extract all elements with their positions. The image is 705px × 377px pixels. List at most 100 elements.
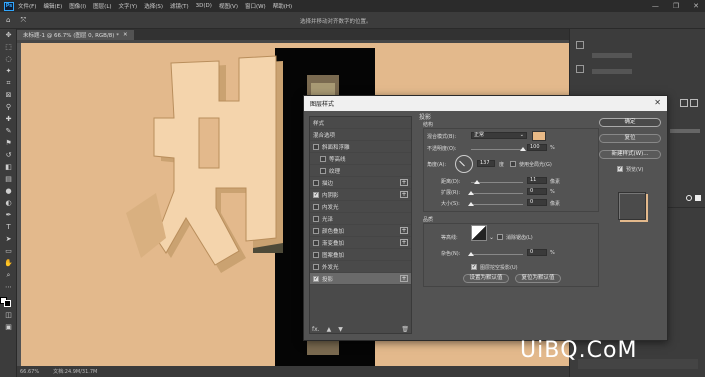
eraser-tool-icon[interactable]: ◧: [0, 161, 17, 173]
rectangle-tool-icon[interactable]: ▭: [0, 245, 17, 257]
type-tool-icon[interactable]: T: [0, 221, 17, 233]
style-item-checkbox[interactable]: [313, 203, 319, 210]
gradient-tool-icon[interactable]: ▤: [0, 173, 17, 185]
distance-field[interactable]: 11: [527, 177, 547, 184]
contour-dropdown-icon[interactable]: ⌄: [489, 234, 494, 241]
maximize-button[interactable]: ❐: [673, 2, 679, 10]
blending-options[interactable]: 混合选项: [310, 129, 411, 141]
style-item[interactable]: 颜色叠加 +: [310, 225, 411, 237]
noise-slider[interactable]: [468, 252, 523, 256]
menu-file[interactable]: 文件(F): [18, 2, 36, 10]
style-item-checkbox[interactable]: [320, 167, 326, 174]
screen-mode-icon[interactable]: ▣: [0, 321, 17, 333]
style-item-checkbox[interactable]: ✓: [313, 191, 319, 198]
dialog-close-icon[interactable]: ✕: [654, 98, 661, 107]
home-icon[interactable]: ⌂: [6, 16, 10, 24]
size-field[interactable]: 0: [527, 199, 547, 206]
move-up-icon[interactable]: ▲: [327, 326, 332, 333]
stamp-tool-icon[interactable]: ⚑: [0, 137, 17, 149]
style-item-checkbox[interactable]: [313, 215, 319, 222]
add-style-icon[interactable]: +: [400, 227, 408, 234]
lasso-tool-icon[interactable]: ◌: [0, 53, 17, 65]
panel-icon[interactable]: [576, 65, 584, 73]
eyedropper-icon[interactable]: ⚲: [0, 101, 17, 113]
new-style-button[interactable]: 新建样式(W)...: [599, 150, 661, 159]
more-tools-icon[interactable]: ⋯: [0, 281, 17, 293]
distance-slider[interactable]: [471, 180, 523, 184]
menu-image[interactable]: 图像(I): [69, 2, 86, 10]
opacity-field[interactable]: 100: [527, 144, 547, 151]
menu-select[interactable]: 选择(S): [144, 2, 163, 10]
style-item-checkbox[interactable]: [313, 179, 319, 186]
path-select-icon[interactable]: ➤: [0, 233, 17, 245]
delete-icon[interactable]: 🗑: [401, 326, 409, 333]
menu-view[interactable]: 视图(V): [219, 2, 238, 10]
menu-type[interactable]: 文字(Y): [119, 2, 138, 10]
crop-tool-icon[interactable]: ⌗: [0, 77, 17, 89]
style-item-checkbox[interactable]: [320, 155, 326, 162]
angle-dial[interactable]: [455, 155, 473, 173]
spread-slider[interactable]: [468, 191, 523, 195]
move-tool-icon[interactable]: ⤧: [20, 16, 26, 25]
quick-mask-icon[interactable]: ◫: [0, 309, 17, 321]
style-item[interactable]: 光泽: [310, 213, 411, 225]
menu-filter[interactable]: 滤镜(T): [170, 2, 189, 10]
minimize-button[interactable]: —: [652, 2, 659, 10]
zoom-tool-icon[interactable]: ⌕: [0, 269, 17, 281]
style-item-checkbox[interactable]: [313, 227, 319, 234]
blur-tool-icon[interactable]: ●: [0, 185, 17, 197]
zoom-level[interactable]: 66.67%: [20, 369, 39, 375]
history-brush-icon[interactable]: ↺: [0, 149, 17, 161]
preview-checkbox[interactable]: ✓: [617, 166, 623, 172]
style-item[interactable]: 外发光: [310, 261, 411, 273]
size-slider[interactable]: [468, 202, 523, 206]
menu-3d[interactable]: 3D(D): [196, 3, 212, 9]
style-item[interactable]: 图案叠加: [310, 249, 411, 261]
marquee-tool-icon[interactable]: ⬚: [0, 41, 17, 53]
menu-help[interactable]: 帮助(H): [273, 2, 292, 10]
hand-tool-icon[interactable]: ✋: [0, 257, 17, 269]
style-item-checkbox[interactable]: [313, 239, 319, 246]
document-tab[interactable]: 未标题-1 @ 66.7% (图层 0, RGB/8) * ✕: [17, 30, 134, 40]
style-item-checkbox[interactable]: [313, 143, 319, 150]
panel-icon[interactable]: [576, 41, 584, 49]
fx-icon[interactable]: fx.: [312, 326, 320, 333]
dodge-tool-icon[interactable]: ◐: [0, 197, 17, 209]
style-item-checkbox[interactable]: ✓: [313, 275, 319, 282]
move-down-icon[interactable]: ▼: [338, 326, 343, 333]
make-default-button[interactable]: 设置为默认值: [463, 274, 509, 283]
add-style-icon[interactable]: +: [400, 179, 408, 186]
style-item[interactable]: 渐变叠加 +: [310, 237, 411, 249]
style-item-checkbox[interactable]: [313, 263, 319, 270]
move-tool-icon[interactable]: ✥: [0, 29, 17, 41]
add-style-icon[interactable]: +: [400, 275, 408, 282]
noise-field[interactable]: 0: [527, 249, 547, 256]
style-item[interactable]: 内发光: [310, 201, 411, 213]
menu-edit[interactable]: 编辑(E): [43, 2, 62, 10]
blend-mode-select[interactable]: 正常 ⌄: [471, 132, 527, 139]
style-item[interactable]: 等高线: [310, 153, 411, 165]
add-style-icon[interactable]: +: [400, 239, 408, 246]
global-light-checkbox[interactable]: [510, 161, 516, 167]
antialias-checkbox[interactable]: [497, 234, 503, 240]
tab-close-icon[interactable]: ✕: [123, 32, 128, 38]
spread-field[interactable]: 0: [527, 188, 547, 195]
add-style-icon[interactable]: +: [400, 191, 408, 198]
angle-field[interactable]: 137: [477, 160, 495, 167]
panel-icon[interactable]: [690, 99, 698, 107]
cancel-button[interactable]: 复位: [599, 134, 661, 143]
magic-wand-icon[interactable]: ✦: [0, 65, 17, 77]
style-item[interactable]: 纹理: [310, 165, 411, 177]
style-item[interactable]: ✓ 投影 +: [310, 273, 411, 285]
opacity-slider[interactable]: [471, 147, 526, 151]
style-item-checkbox[interactable]: [313, 251, 319, 258]
close-window-button[interactable]: ✕: [693, 2, 699, 10]
panel-icon[interactable]: [680, 99, 688, 107]
layer-thumb-icon[interactable]: [695, 195, 701, 201]
contour-preview[interactable]: [471, 225, 487, 241]
style-item[interactable]: 斜面和浮雕: [310, 141, 411, 153]
color-swatches-icon[interactable]: [0, 293, 17, 309]
menu-window[interactable]: 窗口(W): [245, 2, 266, 10]
frame-tool-icon[interactable]: ⊠: [0, 89, 17, 101]
menu-layer[interactable]: 图层(L): [93, 2, 111, 10]
